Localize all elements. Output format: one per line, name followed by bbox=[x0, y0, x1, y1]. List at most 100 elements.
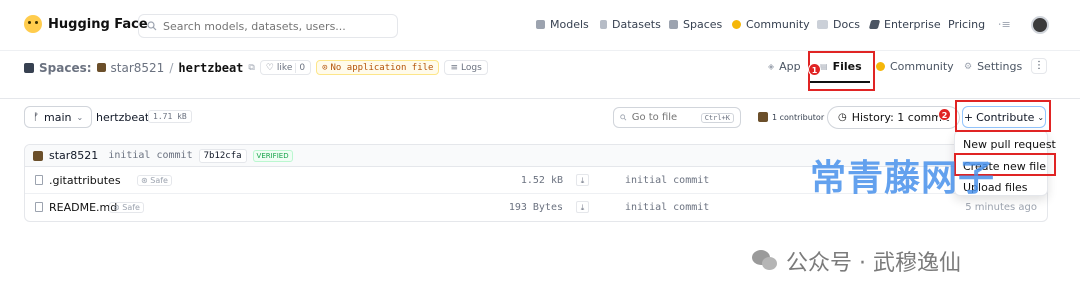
logs-label: Logs bbox=[461, 62, 482, 73]
step-marker-1: 1 bbox=[808, 63, 821, 76]
tab-app-label: App bbox=[779, 60, 801, 73]
file-size: 193 Bytes bbox=[508, 202, 563, 213]
repo-header: Spaces: star8521 / hertzbeat ⧉ ♡ like 0 ⊙ N… bbox=[0, 51, 1080, 99]
branch-selector[interactable]: ᚠ main ⌄ bbox=[24, 106, 93, 128]
file-name[interactable]: .gitattributes bbox=[49, 174, 121, 187]
community-tab-icon bbox=[876, 62, 885, 71]
safe-label: Safe bbox=[150, 176, 168, 185]
file-icon bbox=[35, 202, 43, 212]
wechat-icon bbox=[752, 250, 778, 272]
download-icon[interactable]: ⤓ bbox=[576, 201, 589, 213]
nav-datasets[interactable]: Datasets bbox=[600, 18, 661, 31]
file-commit-message[interactable]: initial commit bbox=[625, 175, 709, 186]
tab-community-label: Community bbox=[890, 60, 954, 73]
user-avatar[interactable] bbox=[1031, 16, 1049, 34]
like-count: 0 bbox=[295, 62, 305, 73]
safe-badge: ⊛ Safe bbox=[137, 175, 172, 186]
go-to-file-box[interactable]: Ctrl+K bbox=[613, 107, 741, 128]
search-icon bbox=[147, 21, 157, 31]
tab-settings-label: Settings bbox=[977, 60, 1023, 73]
spaces-label[interactable]: Spaces: bbox=[39, 61, 92, 75]
history-label: History: 1 commit bbox=[851, 111, 950, 124]
status-badge: ⊙ No application file bbox=[316, 60, 440, 75]
nav-community-label: Community bbox=[746, 18, 810, 31]
contributors-link[interactable]: 1 contributor bbox=[758, 112, 824, 122]
logs-button[interactable]: ≡ Logs bbox=[444, 60, 488, 75]
docs-icon bbox=[817, 20, 828, 29]
repo-name-link[interactable]: hertzbeat bbox=[178, 61, 243, 75]
safe-label: Safe bbox=[122, 203, 140, 212]
status-dot-icon: ⊙ bbox=[322, 62, 328, 73]
gear-icon: ⚙ bbox=[964, 61, 973, 72]
file-size: 1.52 kB bbox=[520, 175, 563, 186]
nav-pricing-label: Pricing bbox=[948, 18, 986, 31]
status-text: No application file bbox=[330, 62, 434, 73]
search-input[interactable] bbox=[163, 19, 383, 33]
repo-size-badge: 1.71 kB bbox=[148, 110, 192, 123]
datasets-icon bbox=[600, 20, 607, 29]
tab-settings[interactable]: ⚙ Settings bbox=[964, 60, 1022, 73]
verified-badge: VERIFIED bbox=[252, 149, 293, 162]
nav-spaces-label: Spaces bbox=[683, 18, 723, 31]
owner-avatar bbox=[96, 63, 106, 72]
menu-icon[interactable]: ⋅≡ bbox=[998, 18, 1011, 31]
more-options-button[interactable]: ⋮ bbox=[1031, 58, 1047, 74]
nav-enterprise[interactable]: Enterprise bbox=[868, 18, 941, 31]
enterprise-icon bbox=[868, 20, 881, 29]
contribute-highlight bbox=[955, 100, 1051, 132]
nav-docs[interactable]: Docs bbox=[817, 18, 860, 31]
chevron-down-icon: ⌄ bbox=[76, 112, 84, 122]
search-icon bbox=[620, 114, 627, 121]
safe-badge: ⊛ Safe bbox=[109, 202, 144, 213]
brand-logo[interactable]: Hugging Face bbox=[24, 15, 148, 33]
search-box[interactable] bbox=[138, 14, 398, 38]
breadcrumb-separator: / bbox=[169, 60, 174, 75]
hugging-face-icon bbox=[24, 15, 42, 33]
clock-icon: ◷ bbox=[838, 112, 847, 123]
tab-app[interactable]: ◈ App bbox=[768, 60, 801, 73]
heart-icon: ♡ bbox=[265, 62, 274, 73]
nav-datasets-label: Datasets bbox=[612, 18, 661, 31]
current-path[interactable]: hertzbeat bbox=[96, 111, 149, 124]
author-avatar bbox=[33, 150, 43, 161]
models-icon bbox=[536, 20, 545, 29]
logs-icon: ≡ bbox=[450, 62, 459, 73]
top-navbar: Hugging Face Models Datasets Spaces Comm… bbox=[0, 0, 1080, 51]
nav-models-label: Models bbox=[550, 18, 589, 31]
shortcut-hint: Ctrl+K bbox=[700, 112, 734, 123]
contributors-label: 1 contributor bbox=[772, 112, 825, 122]
commit-hash[interactable]: 7b12cfa bbox=[198, 148, 247, 163]
branch-icon: ᚠ bbox=[33, 111, 39, 123]
file-commit-message[interactable]: initial commit bbox=[625, 202, 709, 213]
nav-docs-label: Docs bbox=[833, 18, 860, 31]
nav-enterprise-label: Enterprise bbox=[884, 18, 941, 31]
footer-watermark: 公众号 · 武穆逸仙 bbox=[752, 245, 961, 277]
community-icon bbox=[732, 20, 741, 29]
download-icon[interactable]: ⤓ bbox=[576, 174, 589, 186]
commit-message[interactable]: initial commit bbox=[108, 150, 192, 161]
spaces-icon bbox=[24, 62, 34, 73]
nav-pricing[interactable]: Pricing bbox=[948, 18, 985, 31]
brand-name: Hugging Face bbox=[48, 16, 148, 32]
repo-owner-link[interactable]: star8521 bbox=[111, 61, 165, 75]
file-time: 5 minutes ago bbox=[965, 202, 1037, 213]
spaces-icon bbox=[669, 20, 678, 29]
watermark-overlay: 常青藤网子 bbox=[810, 158, 996, 199]
file-icon bbox=[35, 175, 43, 185]
commit-author[interactable]: star8521 bbox=[49, 149, 98, 162]
breadcrumb: Spaces: star8521 / hertzbeat ⧉ ♡ like 0 ⊙ N… bbox=[24, 60, 488, 75]
tab-community[interactable]: Community bbox=[876, 60, 954, 73]
go-to-file-input[interactable] bbox=[631, 112, 696, 123]
like-label: like bbox=[276, 62, 293, 73]
nav-models[interactable]: Models bbox=[536, 18, 589, 31]
step-marker-2: 2 bbox=[938, 108, 951, 121]
copy-icon[interactable]: ⧉ bbox=[248, 63, 254, 73]
app-icon: ◈ bbox=[768, 62, 775, 71]
like-button[interactable]: ♡ like 0 bbox=[259, 60, 312, 75]
file-name[interactable]: README.md bbox=[49, 201, 117, 214]
footer-watermark-text: 公众号 · 武穆逸仙 bbox=[786, 251, 961, 276]
nav-spaces[interactable]: Spaces bbox=[669, 18, 722, 31]
branch-name: main bbox=[44, 110, 72, 124]
contributor-avatar bbox=[758, 112, 768, 122]
nav-community[interactable]: Community bbox=[732, 18, 810, 31]
